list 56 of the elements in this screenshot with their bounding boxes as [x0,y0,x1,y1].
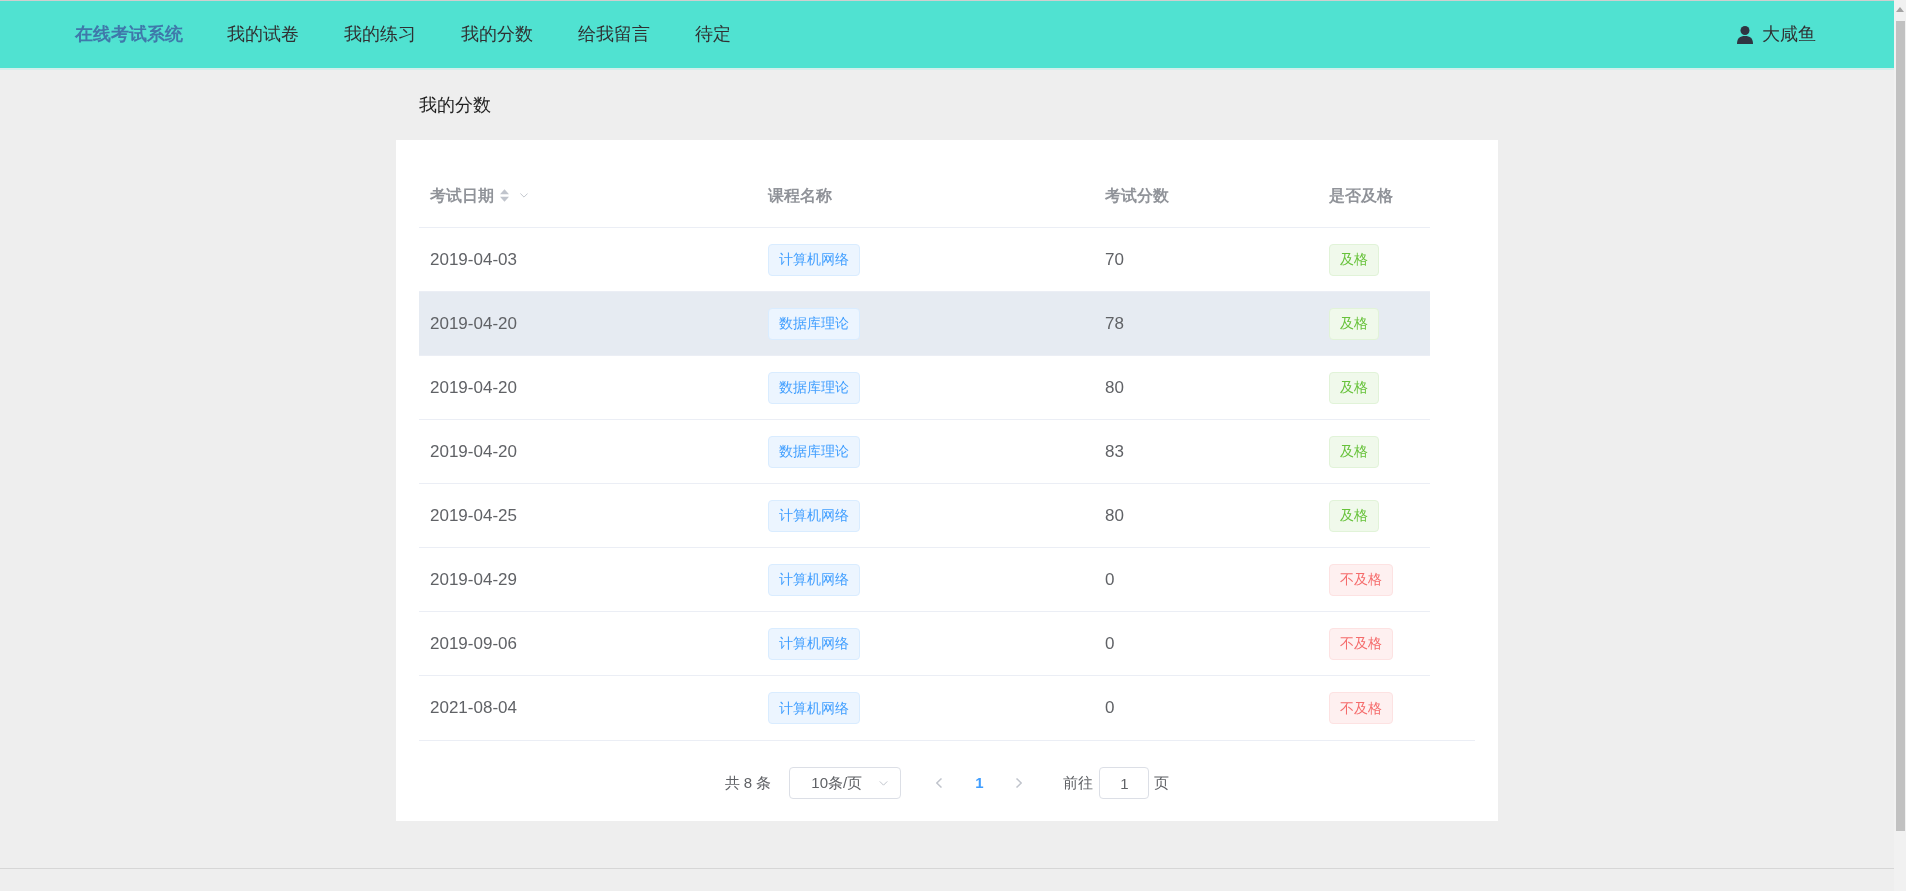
exam-date: 2019-04-20 [430,312,517,335]
score-value: 0 [1105,568,1115,591]
exam-date: 2019-04-29 [430,568,517,591]
result-tag: 及格 [1329,243,1379,276]
score-value: 78 [1105,312,1124,335]
nav-link[interactable]: 我的练习 [344,21,416,48]
result-tag: 不及格 [1329,563,1393,596]
result-tag: 及格 [1329,307,1379,340]
page-size-select[interactable]: 10条/页 [789,767,902,799]
nav-link[interactable]: 我的试卷 [227,21,299,48]
course-tag: 数据库理论 [768,371,860,404]
page-title: 我的分数 [419,93,491,117]
sort-icon[interactable] [500,189,509,202]
total-count: 共 8 条 [724,772,772,793]
column-header: 考试日期 [430,185,494,206]
chevron-down-icon [879,780,889,786]
score-value: 0 [1105,697,1115,720]
chevron-right-icon [1016,778,1023,788]
exam-date: 2019-04-03 [430,248,517,271]
exam-date: 2019-04-25 [430,504,517,527]
exam-date: 2019-04-20 [430,376,517,399]
course-tag: 计算机网络 [768,627,860,660]
scrollbar-thumb[interactable] [1895,21,1905,831]
nav-link[interactable]: 我的分数 [461,21,533,48]
course-tag: 计算机网络 [768,243,860,276]
column-header: 考试分数 [1105,185,1169,206]
score-value: 83 [1105,440,1124,463]
nav-link[interactable]: 给我留言 [578,21,650,48]
course-tag: 计算机网络 [768,692,860,724]
result-tag: 不及格 [1329,692,1393,724]
course-tag: 计算机网络 [768,563,860,596]
score-value: 70 [1105,248,1124,271]
course-tag: 数据库理论 [768,435,860,468]
column-header: 课程名称 [768,185,832,206]
score-value: 80 [1105,504,1124,527]
goto-page-input[interactable]: 1 [1099,767,1150,799]
nav-link[interactable]: 待定 [695,21,731,48]
result-tag: 及格 [1329,499,1379,532]
scroll-up-arrow-icon[interactable] [1896,7,1904,12]
table-row[interactable]: 2019-04-20 数据库理论 78 及格 [419,292,1430,356]
course-tag: 数据库理论 [768,307,860,340]
page-suffix: 页 [1154,772,1170,793]
chevron-left-icon [936,778,943,788]
result-tag: 及格 [1329,371,1379,404]
user-name[interactable]: 大咸鱼 [1762,21,1816,48]
exam-date: 2019-04-20 [430,440,517,463]
score-value: 0 [1105,632,1115,655]
exam-date: 2021-08-04 [430,697,517,720]
score-value: 80 [1105,376,1124,399]
user-icon [1737,25,1753,44]
column-header: 是否及格 [1329,185,1393,206]
goto-label: 前往 [1063,772,1094,793]
course-tag: 计算机网络 [768,499,860,532]
exam-date: 2019-09-06 [430,632,517,655]
result-tag: 及格 [1329,435,1379,468]
result-tag: 不及格 [1329,627,1393,660]
